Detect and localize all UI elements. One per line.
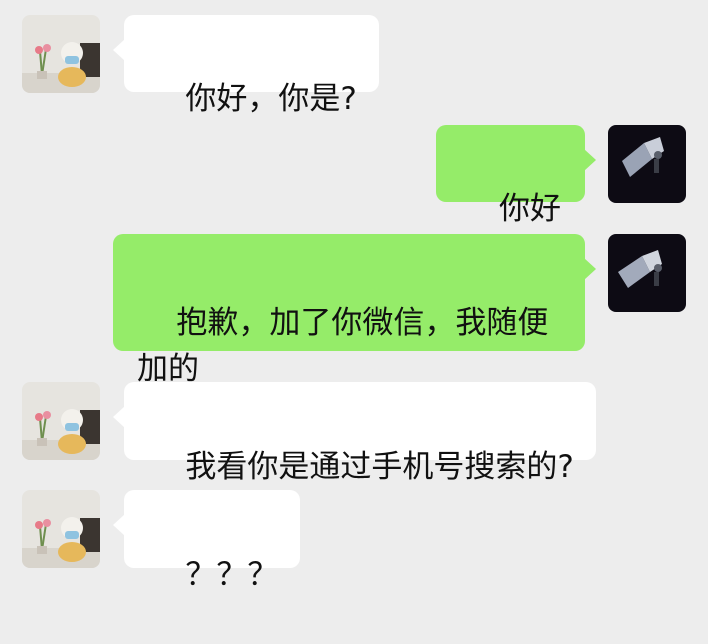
contact-avatar[interactable] [22,382,100,460]
message-text: 你好，你是? [185,81,357,117]
doll-with-flowers-avatar-icon [22,490,100,568]
my-avatar[interactable] [608,234,686,312]
message-text: ？？？ [185,557,279,593]
message-bubble[interactable]: ？？？ [112,490,301,593]
doll-with-flowers-avatar-icon [22,382,100,460]
message-bubble[interactable]: 抱歉，加了你微信，我随便加的 [113,234,596,387]
message-bubble[interactable]: 你好，你是? [113,15,379,117]
dark-photo-avatar-icon [608,125,686,203]
message-text: 我看你是通过手机号搜索的? [185,449,574,485]
message-text: 你好 [499,191,561,227]
message-bubble[interactable]: 你好 [435,125,597,227]
dark-photo-avatar-icon [608,234,686,312]
chat-message-list[interactable]: 你好，你是? 你好 抱歉，加了你微信，我随便加的 我看你是通过手机号搜索的? ？… [0,0,708,593]
my-avatar[interactable] [608,125,686,203]
doll-with-flowers-avatar-icon [22,15,100,93]
message-text: 抱歉，加了你微信，我随便加的 [137,305,549,387]
contact-avatar[interactable] [22,490,100,568]
contact-avatar[interactable] [22,15,100,93]
message-bubble[interactable]: 我看你是通过手机号搜索的? [113,382,596,485]
